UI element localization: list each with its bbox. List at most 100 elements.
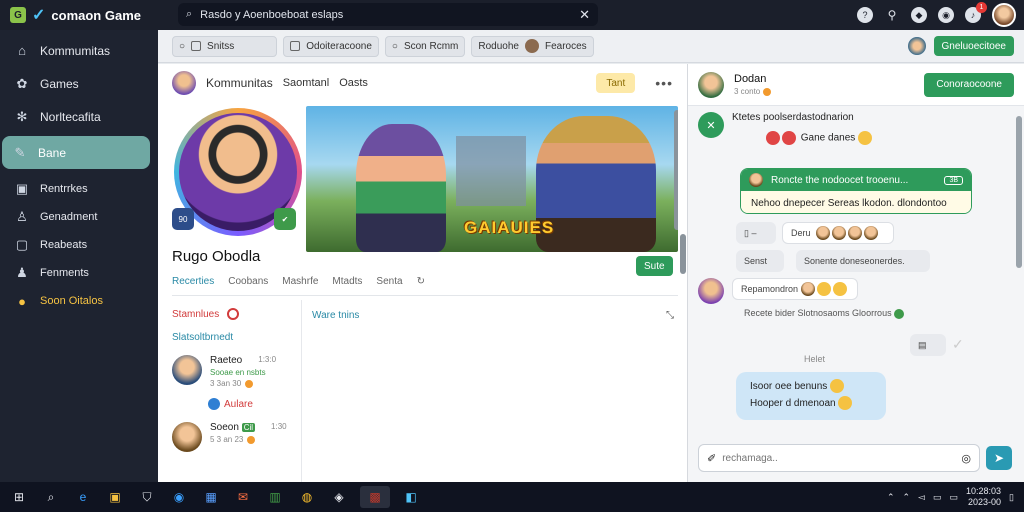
store-icon[interactable]: ▦ <box>200 486 222 508</box>
section-title: Ware tnins <box>312 310 360 321</box>
keyboard-icon[interactable]: ▭ <box>949 492 958 503</box>
online-dot-icon <box>763 87 772 96</box>
chrome-icon[interactable]: ◍ <box>296 486 318 508</box>
search-icon[interactable]: ⌕ <box>40 486 62 508</box>
follow-button[interactable]: Sute <box>636 256 673 276</box>
game-banner[interactable]: GAIAUIES <box>306 106 678 252</box>
sidebar-item-fenments[interactable]: ♟ Fenments <box>0 259 158 287</box>
sheets-icon[interactable]: ▥ <box>264 486 286 508</box>
scrollbar[interactable] <box>674 110 678 230</box>
send-button[interactable]: ➤ <box>986 446 1012 470</box>
app-icon[interactable]: ◧ <box>400 486 422 508</box>
sidebar-item-kommumitas[interactable]: ⌂ Kommumitas <box>0 34 158 67</box>
tab-saomtanl[interactable]: Saomtanl <box>283 77 329 89</box>
status-chip[interactable]: Sonente doneseonerdes. <box>796 250 930 272</box>
reaction-chip[interactable]: Deru <box>782 222 894 244</box>
pin-icon[interactable]: ⚲ <box>884 7 900 23</box>
browser-icon[interactable]: ◉ <box>168 486 190 508</box>
list-item[interactable]: Soeon Cil 1:30 5 3 an 23 <box>172 422 287 452</box>
steam-icon[interactable]: ◈ <box>328 486 350 508</box>
sidebar-item-rentrrkes[interactable]: ▣ Rentrrkes <box>0 175 158 203</box>
subtab-mashrfe[interactable]: Mashrfe <box>282 276 318 287</box>
expand-icon[interactable]: ⤡ <box>666 310 674 321</box>
explorer-icon[interactable]: ▣ <box>104 486 126 508</box>
help-icon[interactable]: ? <box>857 7 873 23</box>
sidebar-item-bane[interactable]: ✎ Bane <box>2 136 150 169</box>
sidebar-item-reabeats[interactable]: ▢ Reabeats <box>0 231 158 259</box>
sidebar-item-label: Norltecafita <box>40 109 101 124</box>
toolbar-primary-button[interactable]: Gneluoecitoee <box>933 36 1014 56</box>
sidebar-item-genadment[interactable]: ♙ Genadment <box>0 203 158 231</box>
toolbar-group-scon-rcmm[interactable]: ○ Scon Rcmm <box>384 35 466 57</box>
toolbar-group-roduohe[interactable]: Roduohe Fearoces <box>471 35 594 57</box>
refresh-icon[interactable]: ↻ <box>417 276 425 287</box>
status-pill[interactable]: Tant <box>596 73 636 93</box>
file-chip[interactable]: ▤ <box>910 334 946 356</box>
clear-search-icon[interactable]: ✕ <box>579 7 590 23</box>
subtab-mtadts[interactable]: Mtadts <box>332 276 362 287</box>
brand[interactable]: G ✓ comaon Game <box>0 5 158 25</box>
toolbar-group-odoiteracoone[interactable]: Odoiteracoone <box>283 35 379 57</box>
globe-icon[interactable]: ◉ <box>938 7 954 23</box>
search-icon: ⌕ <box>186 8 193 20</box>
chat-header-button[interactable]: Conoraocoone <box>924 72 1014 97</box>
bell-icon[interactable]: ♪ 1 <box>965 2 987 23</box>
media-icon[interactable]: ▩ <box>360 486 390 508</box>
game-invite-card[interactable]: Roncte the nodoocet trooenu... 3B Nehoo d… <box>740 168 972 214</box>
scrollbar[interactable] <box>680 234 686 274</box>
people-icon: ♟ <box>16 265 28 280</box>
avatar[interactable] <box>698 71 724 98</box>
message-input-box[interactable]: ✐ ◎ <box>698 444 980 472</box>
notification-center-icon[interactable]: ▯ <box>1009 492 1014 503</box>
sidebar-item-norltecafita[interactable]: ✻ Norltecafita <box>0 100 158 133</box>
heart-icon <box>782 131 796 145</box>
reply-chip[interactable]: ▯ – <box>736 222 776 244</box>
camera-icon[interactable]: ◎ <box>961 452 971 465</box>
tab-kommunitas[interactable]: Kommunitas <box>206 76 273 90</box>
avatar[interactable] <box>907 37 926 55</box>
battery-icon[interactable]: ▭ <box>933 492 942 503</box>
scrollbar[interactable] <box>1016 116 1022 268</box>
avatar <box>863 226 878 240</box>
avatar[interactable] <box>172 71 196 95</box>
sent-message: Isoor oee benuns Hooper d dmenoan <box>736 372 886 420</box>
message-text: Ktetes poolserdastodnarion <box>732 112 854 123</box>
sidebar-item-soon-oitalos[interactable]: ● Soon Oitalos <box>0 287 158 315</box>
more-icon[interactable]: ••• <box>655 75 673 91</box>
toolbar-group-snitss[interactable]: ○ Snitss <box>172 35 278 57</box>
chevron-up-icon[interactable]: ⌃ <box>887 492 895 503</box>
windows-icon[interactable]: ⊞ <box>8 486 30 508</box>
activity-title: Stamnlues <box>172 308 220 320</box>
message-input[interactable] <box>722 452 956 464</box>
tab-oasts[interactable]: Oasts <box>339 77 368 89</box>
friend-name: Raeteo <box>210 355 243 366</box>
avatar <box>847 226 862 240</box>
mail-icon[interactable]: ✉ <box>232 486 254 508</box>
sidebar-item-games[interactable]: ✿ Games <box>0 67 158 100</box>
gamepad-icon[interactable]: ◆ <box>911 7 927 23</box>
aurora-item[interactable]: Aulare <box>208 398 287 410</box>
brand-name: comaon Game <box>51 7 141 23</box>
banner-title: GAIAUIES <box>464 218 555 237</box>
activity-link[interactable]: Slatsoltbrnedt <box>172 332 287 343</box>
subtab-coobans[interactable]: Coobans <box>228 276 268 287</box>
clock[interactable]: 10:28:03 2023-00 <box>966 486 1001 508</box>
subtab-senta[interactable]: Senta <box>376 276 402 287</box>
list-item[interactable]: Raeteo 1:3:0 Sooae en nsbts 3 3an 30 <box>172 355 287 388</box>
shield-icon[interactable]: ⛉ <box>136 486 158 508</box>
status-chip[interactable]: Senst <box>736 250 784 272</box>
screen-icon: ▣ <box>15 181 29 196</box>
edge-icon[interactable]: e <box>72 486 94 508</box>
home-icon: ⌂ <box>18 43 26 58</box>
volume-icon[interactable]: ◅ <box>918 492 925 503</box>
avatar <box>524 39 539 53</box>
subtab-recerties[interactable]: Recerties <box>172 276 214 287</box>
activity-text[interactable]: Recete bider Slotnosaoms Gloorrous <box>744 308 892 318</box>
search-input[interactable] <box>200 8 572 21</box>
network-icon[interactable]: ⌃ <box>903 492 911 503</box>
user-avatar[interactable] <box>992 3 1016 27</box>
search-bar[interactable]: ⌕ ✕ <box>178 3 598 26</box>
file-icon: ▤ <box>918 339 927 350</box>
message-reactions: Gane danes <box>766 131 874 145</box>
friend-info: Soeon Cil 1:30 5 3 an 23 <box>210 422 287 444</box>
